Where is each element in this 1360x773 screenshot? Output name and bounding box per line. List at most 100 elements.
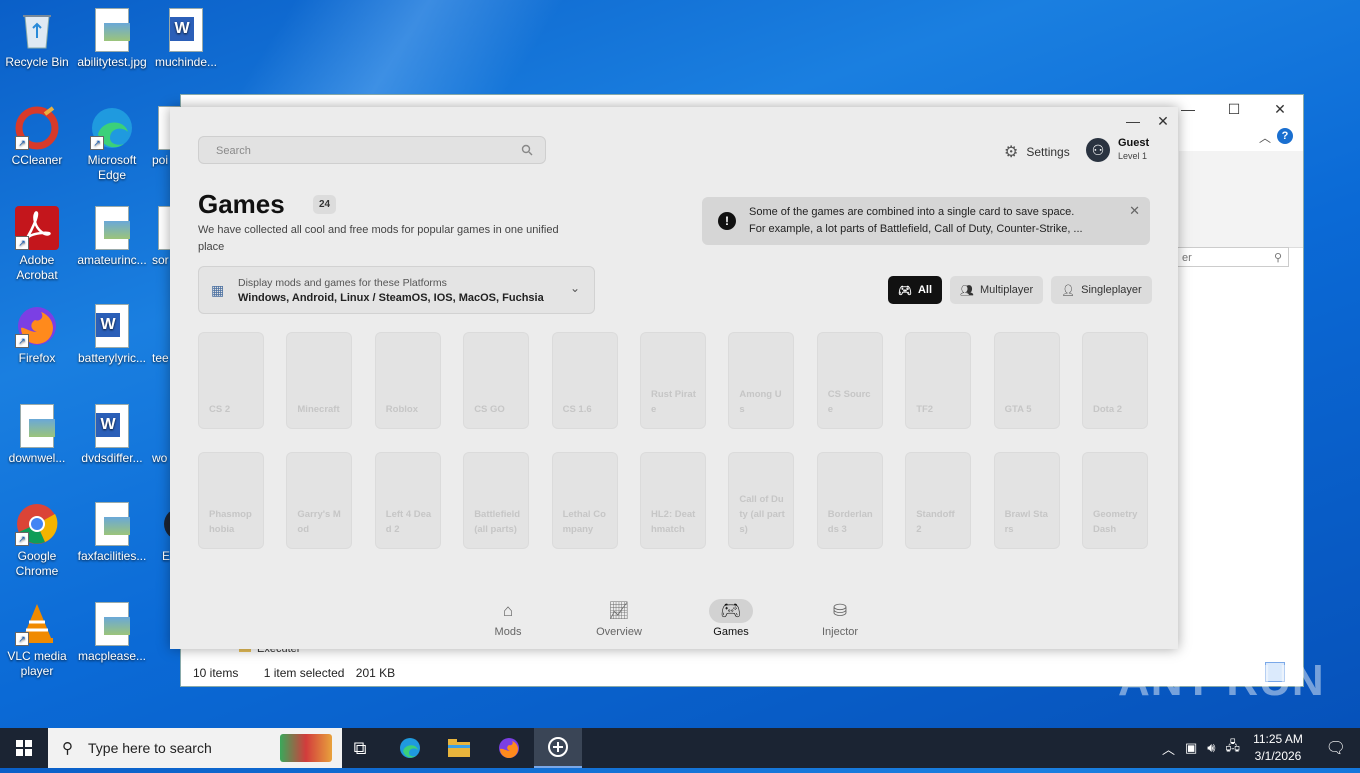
desktop-icon-chrome[interactable]: ↗ Google Chrome xyxy=(1,502,73,579)
game-card-title: Brawl Stars xyxy=(1004,509,1048,535)
game-card[interactable]: CS Source xyxy=(816,332,883,429)
close-icon[interactable]: ✕ xyxy=(1150,111,1176,131)
game-card[interactable]: Lethal Company xyxy=(551,452,618,549)
game-card[interactable]: Left 4 Dead 2 xyxy=(374,452,441,549)
platform-dropdown[interactable]: ▦ Display mods and games for these Platf… xyxy=(198,266,595,314)
search-icon xyxy=(521,144,533,156)
nav-mods[interactable]: ⌂ Mods xyxy=(468,599,548,638)
desktop-icon-edge[interactable]: ↗ Microsoft Edge xyxy=(76,106,148,183)
notifications-icon[interactable]: 🗨︎ xyxy=(1326,738,1346,758)
game-card[interactable]: Call of Duty (all parts) xyxy=(728,452,795,549)
game-card-title: Among Us xyxy=(739,389,782,415)
icon-label: macpleasе... xyxy=(77,649,147,663)
icon-label: faxfacilities... xyxy=(77,549,147,563)
game-card[interactable]: GTA 5 xyxy=(993,332,1060,429)
user-icon: 👤︎ xyxy=(1061,284,1076,297)
desktop-icon-vlc[interactable]: ↗ VLC media player xyxy=(1,602,73,679)
game-search-input[interactable]: Search xyxy=(198,136,546,164)
word-doc-icon: W xyxy=(95,404,129,448)
user-profile[interactable]: ⚇ Guest Level 1 xyxy=(1086,137,1149,162)
game-card-title: Battlefield (all parts) xyxy=(474,509,521,535)
filter-singleplayer-button[interactable]: 👤︎ Singleplayer xyxy=(1051,276,1152,304)
desktop-icon-file[interactable]: downwel... xyxy=(1,404,73,466)
filter-multiplayer-button[interactable]: 👥︎ Multiplayer xyxy=(950,276,1044,304)
clock[interactable]: 11:25 AM 3/1/2026 xyxy=(1244,731,1312,765)
game-card-title: Minecraft xyxy=(297,404,340,415)
filter-label: Multiplayer xyxy=(980,284,1034,296)
game-card[interactable]: CS 2 xyxy=(198,332,264,429)
close-icon[interactable]: ✕ xyxy=(1129,203,1140,219)
game-card[interactable]: CS GO xyxy=(463,332,530,429)
minimize-icon[interactable]: — xyxy=(1120,111,1146,131)
game-card[interactable]: HL2: Deathmatch xyxy=(640,452,706,549)
help-icon[interactable]: ? xyxy=(1277,128,1293,144)
user-name: Guest xyxy=(1118,137,1150,149)
icon-label: amateurinc... xyxy=(77,253,147,267)
game-card-title: Geometry Dash xyxy=(1093,509,1138,535)
game-card[interactable]: Brawl Stars xyxy=(993,452,1060,549)
explorer-search-input[interactable]: er ⚲ xyxy=(1177,247,1289,267)
image-file-icon xyxy=(95,502,130,546)
game-card[interactable]: Dota 2 xyxy=(1082,332,1148,429)
desktop-icon-acrobat[interactable]: ↗ Adobe Acrobat xyxy=(1,206,73,283)
status-selected: 1 item selected xyxy=(263,666,345,680)
volume-icon[interactable]: 🔊︎ xyxy=(1207,740,1215,756)
desktop-icon-word[interactable]: W batterylyric... xyxy=(76,304,148,366)
desktop-icon-recycle-bin[interactable]: Recycle Bin xyxy=(1,8,73,70)
firefox-icon[interactable] xyxy=(485,728,533,768)
icon-label: Google Chrome xyxy=(15,549,59,578)
gamepad-icon: 🎮︎ xyxy=(709,599,753,623)
game-card[interactable]: Roblox xyxy=(374,332,441,429)
game-card[interactable]: Borderlands 3 xyxy=(816,452,883,549)
windows-start-icon[interactable] xyxy=(0,728,48,768)
desktop-icon-file[interactable]: amateurinc... xyxy=(76,206,148,268)
chevron-up-icon[interactable]: ︿ xyxy=(1259,129,1271,146)
desktop-icon-file[interactable]: faxfacilities... xyxy=(76,502,148,564)
platform-value: Windows, Android, Linux / SteamOS, IOS, … xyxy=(238,292,544,304)
file-explorer-icon[interactable] xyxy=(435,728,483,768)
desktop-icon-word[interactable]: W dvdsdiffer... xyxy=(76,404,148,466)
game-card[interactable]: Standoff 2 xyxy=(905,452,972,549)
nav-injector[interactable]: ⛁ Injector xyxy=(800,599,880,638)
camera-icon[interactable]: ▣ xyxy=(1185,740,1197,756)
nav-label: Injector xyxy=(821,626,859,638)
users-icon: 👥︎ xyxy=(960,284,974,297)
home-icon: ⌂ xyxy=(502,601,514,620)
desktop-icon-ccleaner[interactable]: ↗ CCleaner xyxy=(1,106,73,168)
status-size: 201 KB xyxy=(355,666,396,680)
close-icon[interactable]: ✕ xyxy=(1257,95,1303,123)
mod-launcher-taskbar-icon[interactable] xyxy=(534,728,582,768)
nav-overview[interactable]: 📈︎ Overview xyxy=(579,599,659,638)
desktop-icon-file[interactable]: macpleasе... xyxy=(76,602,148,664)
game-card[interactable]: Geometry Dash xyxy=(1082,452,1148,549)
edge-icon[interactable] xyxy=(386,728,434,768)
network-icon[interactable]: 🖧 xyxy=(1226,737,1241,759)
games-count-badge: 24 xyxy=(313,195,336,214)
nav-games[interactable]: 🎮︎ Games xyxy=(691,599,771,638)
game-card-title: Left 4 Dead 2 xyxy=(385,509,432,535)
game-card[interactable]: Among Us xyxy=(728,332,795,429)
taskbar-search-input[interactable]: ⚲ Type here to search xyxy=(48,728,342,768)
maximize-icon[interactable]: ☐ xyxy=(1211,95,1257,123)
warning-icon: ! xyxy=(718,212,736,230)
desktop-icon-firefox[interactable]: ↗ Firefox xyxy=(1,304,73,366)
game-card[interactable]: Minecraft xyxy=(286,332,353,429)
game-card-title: CS 2 xyxy=(209,404,231,415)
game-card-title: CS 1.6 xyxy=(562,404,592,415)
filter-all-button[interactable]: 🎮︎ All xyxy=(888,276,943,304)
desktop-icon-word[interactable]: W muchinde... xyxy=(150,8,222,70)
desktop-icon-file[interactable]: abilitytest.jpg xyxy=(76,8,148,70)
game-card[interactable]: CS 1.6 xyxy=(551,332,618,429)
chevron-up-icon[interactable]: ︿ xyxy=(1162,739,1175,758)
game-card[interactable]: TF2 xyxy=(905,332,972,429)
icon-label: CCleaner xyxy=(11,153,63,167)
game-card[interactable]: Rust Pirate xyxy=(640,332,706,429)
game-card[interactable]: Garry's Mod xyxy=(286,452,353,549)
chrome-icon: ↗ xyxy=(15,502,59,546)
edge-icon: ↗ xyxy=(90,106,134,150)
task-view-icon[interactable]: ⧉ xyxy=(336,728,384,768)
game-card[interactable]: Battlefield (all parts) xyxy=(463,452,530,549)
game-card[interactable]: Phasmophobia xyxy=(198,452,264,549)
settings-button[interactable]: ⚙ Settings xyxy=(1004,142,1070,162)
image-file-icon xyxy=(95,206,130,250)
